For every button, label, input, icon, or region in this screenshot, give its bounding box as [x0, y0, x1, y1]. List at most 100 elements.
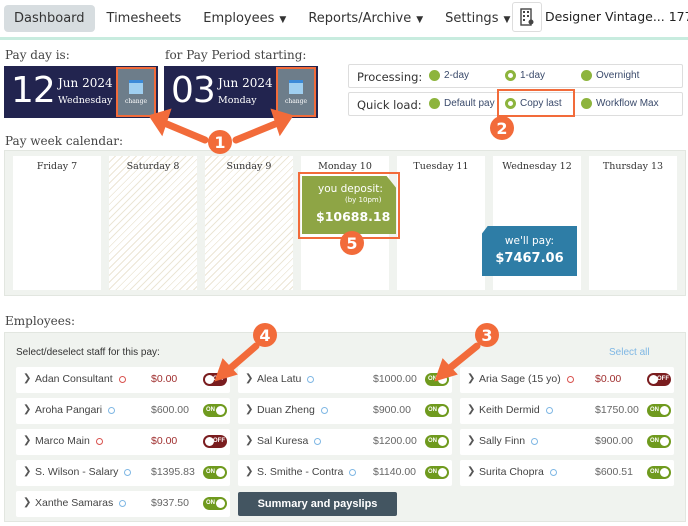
employee-amount: $1395.83	[151, 466, 195, 478]
name-text: Surita Chopra	[479, 466, 544, 478]
name-text: Sally Finn	[479, 435, 526, 447]
chevron-right-icon[interactable]: ❯	[23, 435, 31, 446]
chevron-right-icon[interactable]: ❯	[245, 373, 253, 384]
employee-amount: $900.00	[373, 404, 411, 416]
include-toggle[interactable]: ON	[647, 466, 671, 479]
employee-row[interactable]: ❯ Keith Dermid $1750.00 ON	[460, 398, 674, 424]
employee-row[interactable]: ❯ Marco Main $0.00 OFF	[16, 429, 230, 455]
include-toggle[interactable]: ON	[425, 373, 449, 386]
employee-row[interactable]: ❯ S. Smithe - Contra $1140.00 ON	[238, 460, 452, 486]
day-label: Thursday 13	[602, 161, 664, 172]
chevron-right-icon[interactable]: ❯	[23, 373, 31, 384]
clock-icon	[307, 375, 315, 383]
employee-row[interactable]: ❯ Sal Kuresa $1200.00 ON	[238, 429, 452, 455]
nav-employees[interactable]: Employees ▼	[193, 5, 296, 32]
toggle-label: OFF	[213, 438, 225, 444]
processing-label: Processing:	[357, 70, 423, 84]
option-label: Workflow Max	[596, 98, 659, 109]
include-toggle[interactable]: OFF	[203, 373, 227, 386]
nav-reports[interactable]: Reports/Archive ▼	[298, 5, 433, 32]
building-icon[interactable]	[512, 2, 542, 32]
clock-icon	[566, 375, 574, 383]
employee-amount: $937.50	[151, 497, 189, 509]
include-toggle[interactable]: OFF	[203, 435, 227, 448]
chevron-right-icon[interactable]: ❯	[467, 435, 475, 446]
change-label: change	[284, 97, 308, 105]
include-toggle[interactable]: ON	[425, 435, 449, 448]
period-date: 03 Jun 2024 Monday change	[164, 66, 318, 118]
toggle-label: OFF	[657, 376, 669, 382]
chevron-right-icon[interactable]: ❯	[245, 404, 253, 415]
day-label: Saturday 8	[126, 161, 180, 172]
employee-row[interactable]: ❯ S. Wilson - Salary $1395.83 ON	[16, 460, 230, 486]
employee-row[interactable]: ❯ Sally Finn $900.00 ON	[460, 429, 674, 455]
toggle-knob	[660, 406, 669, 415]
day-label: Sunday 9	[226, 161, 272, 172]
employee-name: Duan Zheng	[257, 404, 328, 416]
toggle-label: ON	[206, 469, 215, 475]
include-toggle[interactable]: ON	[203, 466, 227, 479]
chevron-right-icon[interactable]: ❯	[23, 497, 31, 508]
employee-row[interactable]: ❯ Aria Sage (15 yo) $0.00 OFF	[460, 367, 674, 393]
employee-amount: $1000.00	[373, 373, 417, 385]
employee-row[interactable]: ❯ Xanthe Samaras $937.50 ON	[16, 491, 230, 517]
name-text: S. Smithe - Contra	[257, 466, 344, 478]
radio-overnight[interactable]: Overnight	[581, 70, 639, 81]
employee-amount: $1200.00	[373, 435, 417, 447]
toggle-label: OFF	[213, 376, 225, 382]
chevron-right-icon[interactable]: ❯	[467, 466, 475, 477]
nav-settings[interactable]: Settings ▼	[435, 5, 520, 32]
period-weekday: Monday	[218, 95, 257, 106]
annotation-badge-3: 3	[475, 323, 499, 347]
clock-icon	[119, 499, 127, 507]
radio-2-day[interactable]: 2-day	[429, 70, 469, 81]
employee-name: S. Wilson - Salary	[35, 466, 132, 478]
include-toggle[interactable]: OFF	[647, 373, 671, 386]
chevron-right-icon[interactable]: ❯	[23, 466, 31, 477]
clock-icon	[349, 468, 357, 476]
include-toggle[interactable]: ON	[203, 497, 227, 510]
annotation-badge-4: 4	[253, 323, 277, 347]
employee-row[interactable]: ❯ Alea Latu $1000.00 ON	[238, 367, 452, 393]
radio-default-pay[interactable]: Default pay	[429, 98, 495, 109]
change-period-button[interactable]: change	[276, 67, 316, 117]
radio-workflow-max[interactable]: Workflow Max	[581, 98, 659, 109]
employee-row[interactable]: ❯ Aroha Pangari $600.00 ON	[16, 398, 230, 424]
name-text: S. Wilson - Salary	[35, 466, 119, 478]
employee-name: Aroha Pangari	[35, 404, 116, 416]
chevron-right-icon[interactable]: ❯	[23, 404, 31, 415]
caret-down-icon: ▼	[279, 14, 287, 25]
toggle-knob	[216, 406, 225, 415]
include-toggle[interactable]: ON	[647, 404, 671, 417]
radio-1-day[interactable]: 1-day	[505, 70, 545, 81]
employee-row[interactable]: ❯ Adan Consultant $0.00 OFF	[16, 367, 230, 393]
toggle-knob	[660, 437, 669, 446]
calendar-icon	[289, 79, 303, 94]
summary-payslips-button[interactable]: Summary and payslips	[238, 492, 397, 516]
calendar-day: Sunday 9	[205, 156, 293, 290]
organization-name[interactable]: Designer Vintage... 1776	[545, 9, 688, 24]
change-payday-button[interactable]: change	[116, 67, 156, 117]
quickload-label: Quick load:	[357, 98, 422, 112]
nav-timesheets[interactable]: Timesheets	[97, 5, 192, 32]
chevron-right-icon[interactable]: ❯	[467, 373, 475, 384]
we-pay-title: we'll pay:	[504, 235, 555, 247]
chevron-right-icon[interactable]: ❯	[245, 466, 253, 477]
arrow-1-left	[158, 118, 209, 144]
include-toggle[interactable]: ON	[425, 466, 449, 479]
chevron-right-icon[interactable]: ❯	[245, 435, 253, 446]
employee-amount: $1140.00	[373, 466, 417, 478]
employee-amount: $900.00	[595, 435, 633, 447]
name-text: Adan Consultant	[35, 373, 113, 385]
employee-amount: $1750.00	[595, 404, 639, 416]
employee-row[interactable]: ❯ Surita Chopra $600.51 ON	[460, 460, 674, 486]
include-toggle[interactable]: ON	[425, 404, 449, 417]
chevron-right-icon[interactable]: ❯	[467, 404, 475, 415]
employee-row[interactable]: ❯ Duan Zheng $900.00 ON	[238, 398, 452, 424]
include-toggle[interactable]: ON	[647, 435, 671, 448]
select-all-link[interactable]: Select all	[609, 347, 650, 358]
include-toggle[interactable]: ON	[203, 404, 227, 417]
nav-dashboard[interactable]: Dashboard	[4, 4, 95, 32]
annotation-badge-5: 5	[340, 231, 364, 255]
toggle-knob	[216, 499, 225, 508]
